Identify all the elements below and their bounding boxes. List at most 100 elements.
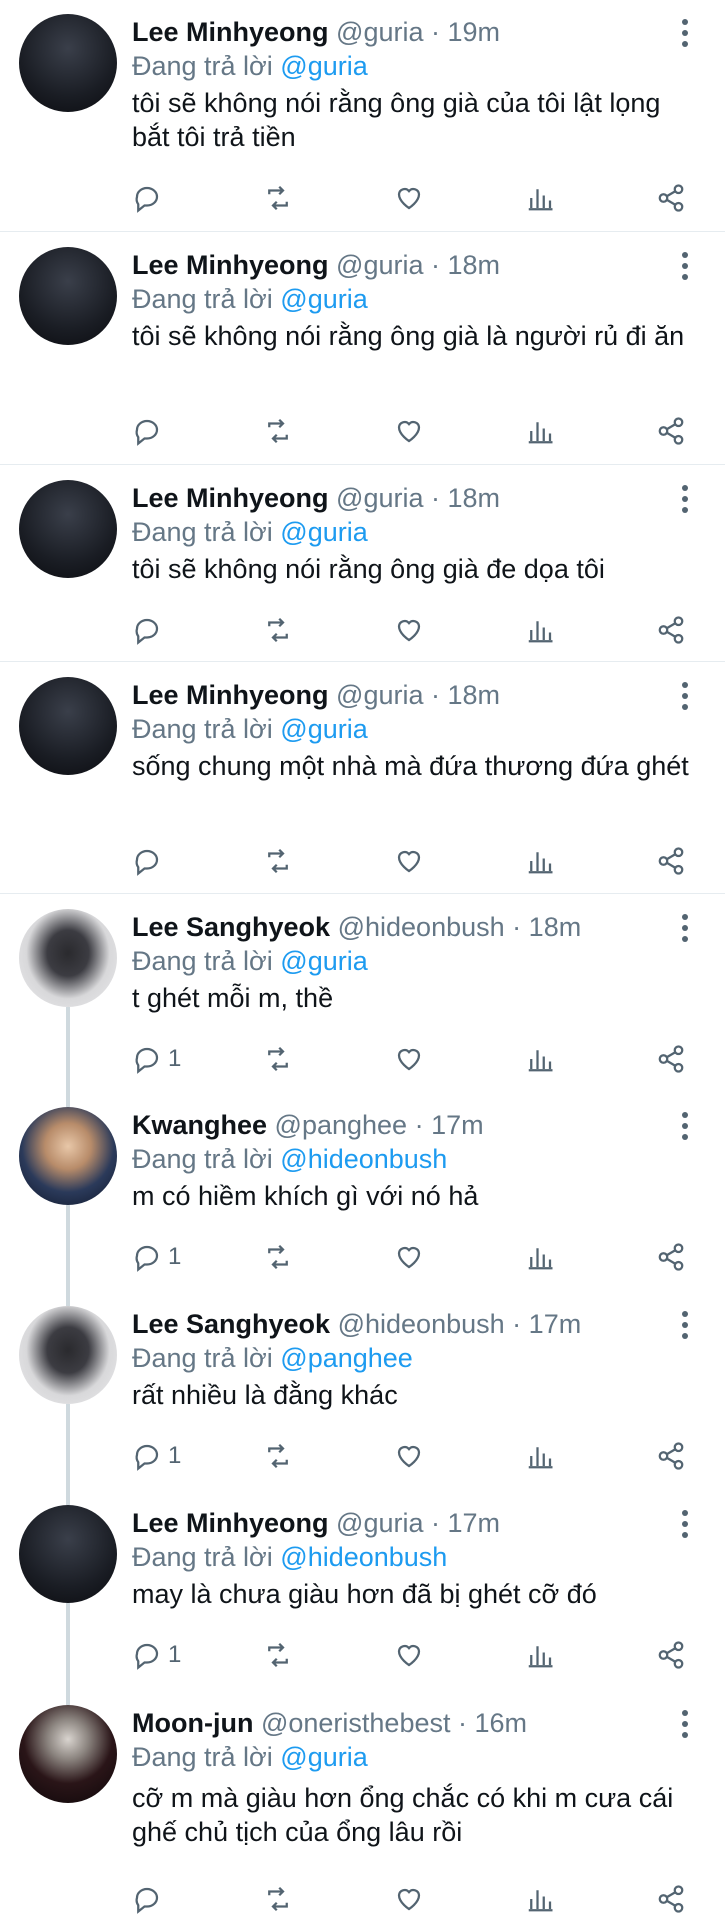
reply-mention[interactable]: @hideonbush (280, 1542, 447, 1572)
retweet-button[interactable] (263, 843, 293, 879)
reply-button[interactable]: 1 (132, 1041, 181, 1077)
author-name[interactable]: Lee Minhyeong (132, 17, 329, 47)
author-handle[interactable]: @hideonbush (338, 912, 505, 942)
analytics-button[interactable] (525, 1438, 555, 1474)
analytics-button[interactable] (525, 612, 555, 648)
share-button[interactable] (656, 180, 686, 216)
reply-mention[interactable]: @guria (280, 946, 367, 976)
reply-mention[interactable]: @guria (280, 714, 367, 744)
analytics-button[interactable] (525, 843, 555, 879)
like-button[interactable] (394, 843, 424, 879)
reply-mention[interactable]: @hideonbush (280, 1144, 447, 1174)
reply-mention[interactable]: @guria (280, 1742, 367, 1772)
author-name[interactable]: Lee Minhyeong (132, 483, 329, 513)
reply-mention[interactable]: @guria (280, 51, 367, 81)
more-vertical-icon[interactable] (675, 911, 695, 945)
more-vertical-icon[interactable] (675, 1308, 695, 1342)
reply-button[interactable] (132, 180, 168, 216)
like-button[interactable] (394, 1637, 424, 1673)
more-vertical-icon[interactable] (675, 16, 695, 50)
reply-mention[interactable]: @guria (280, 517, 367, 547)
author-name[interactable]: Lee Sanghyeok (132, 912, 330, 942)
more-vertical-icon[interactable] (675, 1109, 695, 1143)
like-button[interactable] (394, 1881, 424, 1917)
analytics-button[interactable] (525, 1637, 555, 1673)
reply-button[interactable]: 1 (132, 1438, 181, 1474)
more-vertical-icon[interactable] (675, 249, 695, 283)
like-button[interactable] (394, 1438, 424, 1474)
author-name[interactable]: Moon-jun (132, 1708, 253, 1738)
avatar[interactable] (19, 480, 117, 578)
tweet[interactable]: Lee Sanghyeok @hideonbush · 18m Đang trả… (0, 895, 725, 1093)
avatar[interactable] (19, 1107, 117, 1205)
author-handle[interactable]: @oneristhebest (261, 1708, 451, 1738)
retweet-button[interactable] (263, 180, 293, 216)
more-vertical-icon[interactable] (675, 679, 695, 713)
like-button[interactable] (394, 1239, 424, 1275)
analytics-button[interactable] (525, 180, 555, 216)
reply-button[interactable] (132, 1881, 168, 1917)
more-vertical-icon[interactable] (675, 1707, 695, 1741)
retweet-button[interactable] (263, 1438, 293, 1474)
author-name[interactable]: Kwanghee (132, 1110, 267, 1140)
share-button[interactable] (656, 843, 686, 879)
tweet[interactable]: Lee Minhyeong @guria · 18m Đang trả lời … (0, 466, 725, 662)
analytics-button[interactable] (525, 413, 555, 449)
reply-button[interactable] (132, 843, 168, 879)
avatar[interactable] (19, 1505, 117, 1603)
share-button[interactable] (656, 413, 686, 449)
tweet[interactable]: Lee Minhyeong @guria · 18m Đang trả lời … (0, 663, 725, 894)
like-button[interactable] (394, 1041, 424, 1077)
analytics-button[interactable] (525, 1239, 555, 1275)
timestamp[interactable]: 17m (529, 1309, 582, 1339)
share-button[interactable] (656, 1881, 686, 1917)
author-handle[interactable]: @guria (336, 1508, 423, 1538)
reply-button[interactable] (132, 612, 168, 648)
author-name[interactable]: Lee Sanghyeok (132, 1309, 330, 1339)
more-vertical-icon[interactable] (675, 1507, 695, 1541)
tweet[interactable]: Lee Sanghyeok @hideonbush · 17m Đang trả… (0, 1292, 725, 1491)
timestamp[interactable]: 18m (448, 483, 501, 513)
retweet-button[interactable] (263, 1239, 293, 1275)
reply-mention[interactable]: @panghee (280, 1343, 413, 1373)
author-name[interactable]: Lee Minhyeong (132, 680, 329, 710)
tweet[interactable]: Lee Minhyeong @guria · 19m Đang trả lời … (0, 0, 725, 232)
author-handle[interactable]: @guria (336, 680, 423, 710)
timestamp[interactable]: 16m (475, 1708, 528, 1738)
author-handle[interactable]: @guria (336, 17, 423, 47)
avatar[interactable] (19, 247, 117, 345)
avatar[interactable] (19, 1306, 117, 1404)
author-handle[interactable]: @guria (336, 250, 423, 280)
share-button[interactable] (656, 1438, 686, 1474)
timestamp[interactable]: 18m (448, 680, 501, 710)
author-handle[interactable]: @hideonbush (338, 1309, 505, 1339)
avatar[interactable] (19, 14, 117, 112)
avatar[interactable] (19, 909, 117, 1007)
share-button[interactable] (656, 1637, 686, 1673)
tweet[interactable]: Kwanghee @panghee · 17m Đang trả lời @hi… (0, 1093, 725, 1292)
more-vertical-icon[interactable] (675, 482, 695, 516)
timestamp[interactable]: 17m (431, 1110, 484, 1140)
analytics-button[interactable] (525, 1041, 555, 1077)
timestamp[interactable]: 19m (448, 17, 501, 47)
reply-button[interactable]: 1 (132, 1239, 181, 1275)
reply-mention[interactable]: @guria (280, 284, 367, 314)
timestamp[interactable]: 17m (448, 1508, 501, 1538)
author-name[interactable]: Lee Minhyeong (132, 250, 329, 280)
timestamp[interactable]: 18m (448, 250, 501, 280)
retweet-button[interactable] (263, 1637, 293, 1673)
retweet-button[interactable] (263, 612, 293, 648)
share-button[interactable] (656, 1239, 686, 1275)
tweet[interactable]: Lee Minhyeong @guria · 18m Đang trả lời … (0, 233, 725, 465)
retweet-button[interactable] (263, 413, 293, 449)
timestamp[interactable]: 18m (529, 912, 582, 942)
tweet[interactable]: Moon-jun @oneristhebest · 16m Đang trả l… (0, 1701, 725, 1920)
avatar[interactable] (19, 1705, 117, 1803)
author-name[interactable]: Lee Minhyeong (132, 1508, 329, 1538)
avatar[interactable] (19, 677, 117, 775)
share-button[interactable] (656, 1041, 686, 1077)
like-button[interactable] (394, 612, 424, 648)
author-handle[interactable]: @panghee (275, 1110, 408, 1140)
reply-button[interactable]: 1 (132, 1637, 181, 1673)
share-button[interactable] (656, 612, 686, 648)
